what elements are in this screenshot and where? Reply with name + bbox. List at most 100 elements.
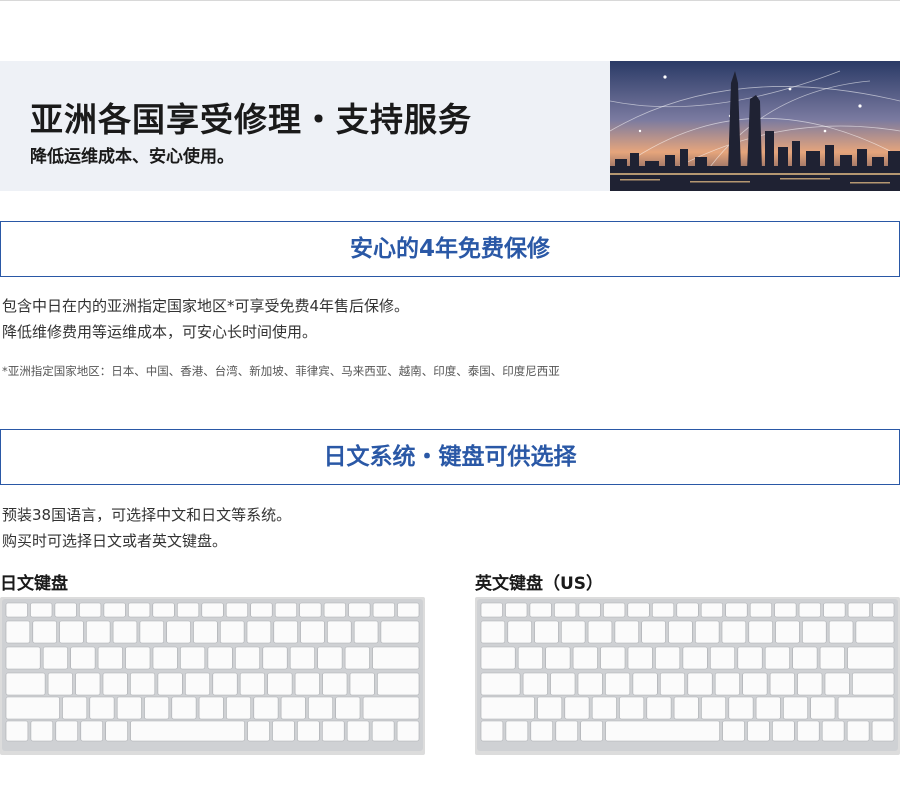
system-heading-text: 日文系统・键盘可供选择 [323, 444, 577, 470]
key-cap-5-9 [321, 720, 345, 742]
city-skyline-image [610, 61, 900, 191]
hero-subtitle: 降低运维成本、安心使用。 [30, 147, 234, 167]
key-cap-2-8 [710, 646, 736, 670]
key-cap-1-12 [802, 620, 827, 644]
key-cap-2-8 [235, 646, 261, 670]
key-cap-2-4 [600, 646, 626, 670]
key-cap-0-0 [5, 602, 28, 618]
key-cap-3-3 [102, 672, 128, 696]
key-cap-4-11 [335, 696, 361, 720]
key-cap-4-2 [89, 696, 115, 720]
key-cap-1-10 [273, 620, 298, 644]
system-line-2: 购买时可选择日文或者英文键盘。 [2, 532, 228, 550]
key-cap-0-16 [872, 602, 895, 618]
key-cap-5-9 [796, 720, 820, 742]
warranty-footnote: *亚洲指定国家地区：日本、中国、香港、台湾、新加坡、菲律宾、马来西亚、越南、印度… [2, 364, 560, 378]
key-cap-1-10 [748, 620, 773, 644]
key-cap-3-4 [130, 672, 156, 696]
us-keyboard-label: 英文键盘（US） [475, 574, 604, 594]
key-cap-3-6 [185, 672, 211, 696]
key-cap-1-7 [668, 620, 693, 644]
key-cap-0-9 [225, 602, 248, 618]
key-cap-5-10 [821, 720, 845, 742]
key-cap-3-8 [714, 672, 740, 696]
key-cap-3-6 [660, 672, 686, 696]
key-cap-0-5 [128, 602, 151, 618]
key-cap-1-14 [380, 620, 420, 644]
key-cap-3-13 [852, 672, 895, 696]
key-cap-4-6 [198, 696, 224, 720]
key-cap-1-8 [220, 620, 245, 644]
key-cap-4-3 [591, 696, 617, 720]
key-cap-3-7 [212, 672, 238, 696]
key-cap-1-6 [166, 620, 191, 644]
key-cap-4-5 [171, 696, 197, 720]
key-cap-2-11 [792, 646, 818, 670]
key-cap-3-0 [480, 672, 521, 696]
key-cap-4-7 [701, 696, 726, 720]
key-cap-4-1 [62, 696, 88, 720]
key-cap-3-13 [377, 672, 420, 696]
warranty-line-2: 降低维修费用等运维成本，可安心长时间使用。 [2, 323, 318, 341]
key-cap-1-12 [327, 620, 352, 644]
key-cap-2-10 [764, 646, 790, 670]
warranty-section-heading: 安心的4年免费保修 [0, 221, 900, 277]
key-cap-4-10 [308, 696, 333, 720]
key-cap-2-1 [42, 646, 68, 670]
key-cap-5-0 [480, 720, 504, 742]
key-cap-3-2 [550, 672, 576, 696]
key-cap-3-5 [632, 672, 658, 696]
jp-keyboard-image [0, 597, 425, 755]
key-cap-3-12 [824, 672, 850, 696]
key-cap-2-6 [655, 646, 681, 670]
key-cap-0-1 [30, 602, 53, 618]
key-cap-3-5 [157, 672, 183, 696]
key-cap-0-5 [603, 602, 626, 618]
top-divider [0, 0, 900, 1]
key-cap-4-1 [537, 696, 563, 720]
key-cap-3-9 [742, 672, 768, 696]
key-cap-2-2 [70, 646, 96, 670]
key-cap-2-6 [180, 646, 206, 670]
key-cap-0-13 [798, 602, 821, 618]
key-cap-5-2 [55, 720, 78, 742]
warranty-line-1: 包含中日在内的亚洲指定国家地区*可享受免费4年售后保修。 [2, 297, 410, 315]
key-cap-4-4 [144, 696, 170, 720]
key-cap-4-11 [810, 696, 836, 720]
key-cap-0-15 [372, 602, 395, 618]
key-cap-1-13 [353, 620, 379, 644]
key-cap-3-10 [294, 672, 320, 696]
key-cap-5-7 [747, 720, 770, 742]
key-cap-5-10 [346, 720, 370, 742]
key-cap-3-9 [267, 672, 293, 696]
key-cap-2-12 [819, 646, 845, 670]
key-cap-2-4 [125, 646, 151, 670]
key-cap-0-10 [725, 602, 748, 618]
key-cap-0-14 [348, 602, 371, 618]
key-cap-5-12 [871, 720, 895, 742]
hero-title: 亚洲各国享受修理・支持服务 [30, 100, 472, 139]
key-cap-3-11 [797, 672, 823, 696]
key-cap-1-9 [721, 620, 747, 644]
key-cap-0-4 [103, 602, 126, 618]
key-cap-0-13 [323, 602, 346, 618]
key-cap-2-0 [5, 646, 41, 670]
key-cap-1-1 [32, 620, 57, 644]
key-cap-0-12 [299, 602, 322, 618]
key-cap-3-2 [75, 672, 101, 696]
key-cap-0-6 [152, 602, 175, 618]
key-cap-0-12 [774, 602, 797, 618]
key-cap-0-3 [554, 602, 577, 618]
key-cap-0-11 [749, 602, 773, 618]
key-cap-1-11 [775, 620, 800, 644]
key-cap-2-5 [627, 646, 653, 670]
key-cap-3-12 [349, 672, 375, 696]
key-cap-0-16 [397, 602, 420, 618]
key-cap-1-9 [246, 620, 272, 644]
key-cap-1-3 [86, 620, 111, 644]
key-cap-3-0 [5, 672, 46, 696]
hero-banner: 亚洲各国享受修理・支持服务 降低运维成本、安心使用。 [0, 61, 900, 191]
key-cap-0-14 [823, 602, 846, 618]
key-cap-3-4 [605, 672, 631, 696]
key-cap-2-7 [682, 646, 708, 670]
